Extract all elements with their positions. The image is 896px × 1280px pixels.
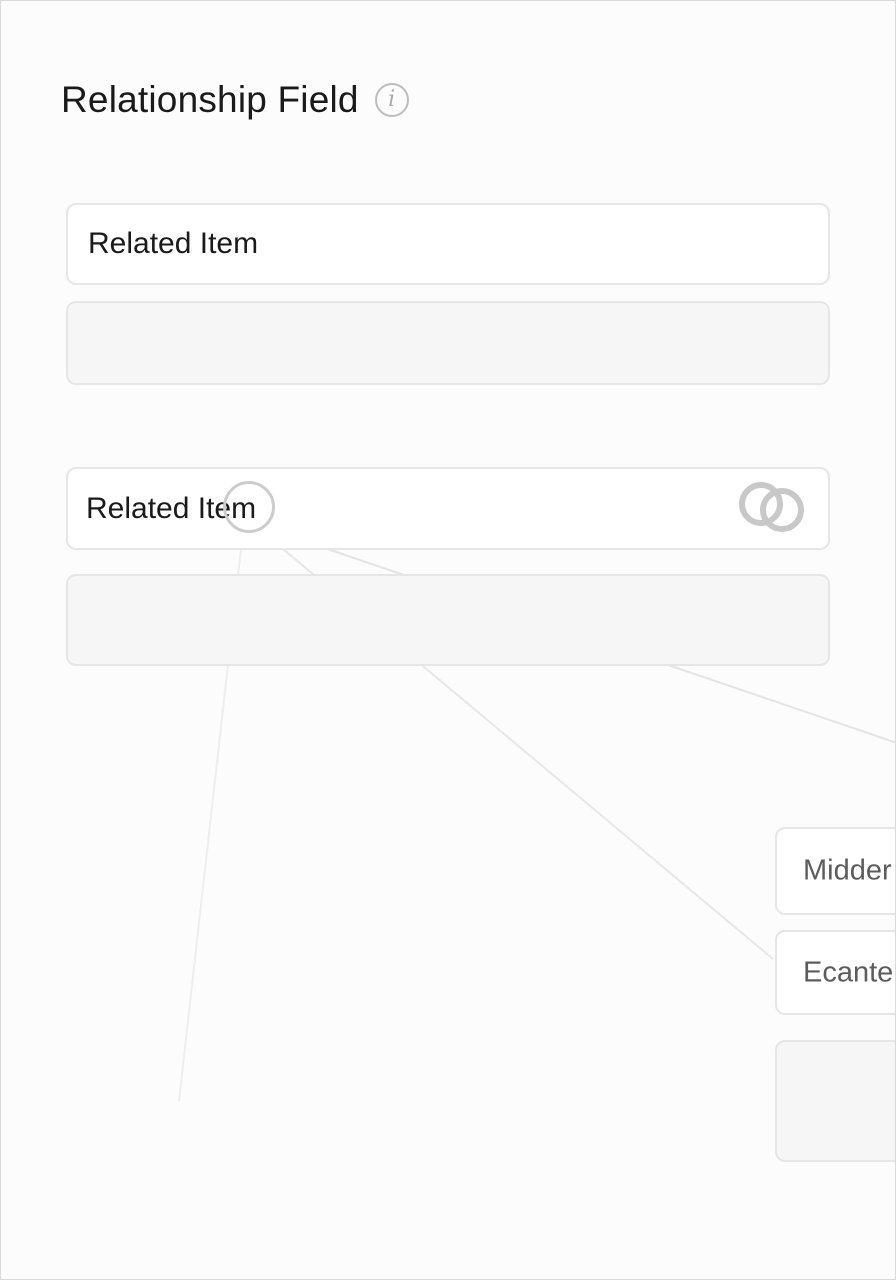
right-list-item-2[interactable]: Ecante xyxy=(775,930,895,1015)
related-item-value-input[interactable] xyxy=(66,301,830,385)
related-item-label: Related Item xyxy=(88,227,259,260)
title-row: Relationship Field i xyxy=(61,79,409,121)
connector-anchor-icon[interactable] xyxy=(223,481,275,533)
info-icon[interactable]: i xyxy=(374,83,409,117)
link-icon[interactable] xyxy=(735,479,809,535)
page-title: Relationship Field xyxy=(61,79,359,120)
right-list-item-1[interactable]: Midder xyxy=(775,827,895,915)
relationship-field-panel: Relationship Field i Related Item Relate… xyxy=(0,0,896,1280)
related-item-link-field[interactable]: Related Item xyxy=(66,467,830,550)
right-list-empty-card[interactable] xyxy=(775,1040,895,1162)
related-item-link-value-input[interactable] xyxy=(66,574,830,666)
right-list-item-label: Midder xyxy=(803,854,892,887)
right-list-item-label: Ecante xyxy=(803,956,894,988)
related-item-field[interactable]: Related Item xyxy=(66,203,830,285)
